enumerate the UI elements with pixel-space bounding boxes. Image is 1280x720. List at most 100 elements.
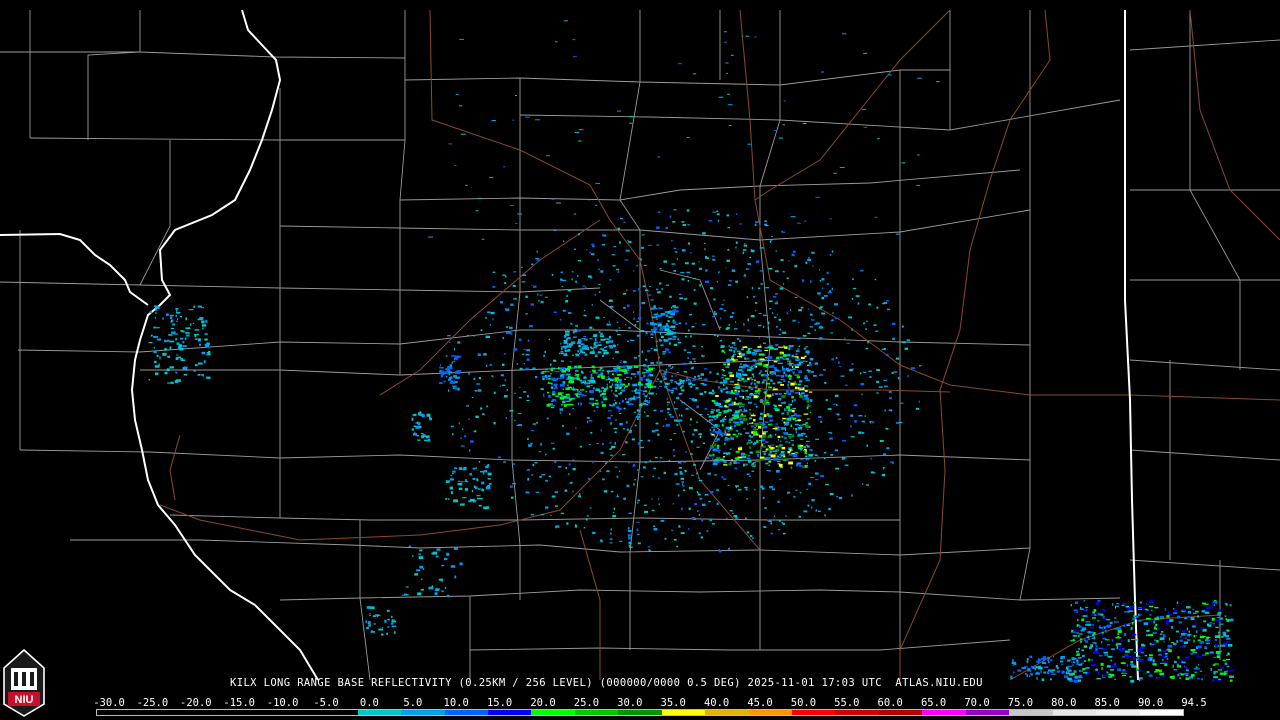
echo-pixel: [645, 331, 648, 335]
echo-pixel: [1130, 664, 1134, 666]
echo-pixel: [1223, 602, 1226, 604]
echo-pixel: [190, 323, 192, 326]
echo-pixel: [420, 578, 423, 580]
echo-pixel: [636, 528, 639, 531]
echo-pixel: [366, 626, 369, 630]
echo-pixel: [693, 302, 697, 305]
echo-pixel: [448, 143, 453, 145]
echo-pixel: [725, 436, 728, 440]
echo-pixel: [658, 498, 660, 500]
echo-pixel: [724, 429, 726, 432]
echo-pixel: [652, 331, 654, 334]
echo-pixel: [468, 372, 470, 375]
echo-pixel: [613, 507, 616, 511]
echo-pixel: [723, 461, 727, 463]
echo-pixel: [1164, 653, 1168, 655]
echo-pixel: [612, 265, 616, 267]
echo-pixel: [542, 378, 545, 381]
echo-pixel: [644, 404, 649, 406]
echo-pixel: [674, 251, 678, 253]
echo-pixel: [1117, 629, 1122, 633]
echo-pixel: [655, 393, 658, 395]
echo-pixel: [565, 400, 571, 403]
echo-pixel: [418, 556, 424, 559]
echo-pixel: [610, 414, 613, 417]
echo-pixel: [598, 389, 601, 393]
echo-pixel: [809, 399, 813, 402]
echo-pixel: [806, 488, 809, 490]
echo-pixel: [579, 392, 581, 394]
echo-pixel: [532, 423, 537, 425]
echo-pixel: [599, 367, 603, 370]
echo-pixel: [601, 400, 604, 404]
echo-pixel: [1132, 617, 1135, 621]
echo-pixel: [1079, 608, 1084, 610]
echo-pixel: [734, 457, 739, 460]
echo-pixel: [861, 420, 865, 423]
echo-pixel: [516, 363, 519, 365]
echo-pixel: [1091, 613, 1095, 616]
echo-pixel: [661, 288, 664, 290]
echo-pixel: [642, 364, 646, 367]
echo-pixel: [1104, 654, 1108, 656]
echo-pixel: [527, 438, 529, 440]
echo-pixel: [759, 422, 764, 424]
echo-pixel: [764, 391, 767, 395]
echo-pixel: [781, 412, 785, 415]
echo-pixel: [670, 367, 673, 369]
echo-pixel: [1182, 630, 1186, 633]
echo-pixel: [602, 369, 605, 372]
echo-pixel: [610, 532, 612, 535]
echo-pixel: [655, 340, 659, 342]
echo-pixel: [637, 542, 641, 545]
echo-pixel: [592, 349, 594, 352]
echo-pixel: [788, 387, 790, 389]
echo-pixel: [693, 289, 696, 292]
echo-pixel: [690, 453, 693, 455]
echo-pixel: [514, 95, 518, 96]
echo-pixel: [551, 273, 554, 276]
echo-pixel: [670, 380, 673, 383]
echo-pixel: [1010, 675, 1013, 679]
echo-pixel: [807, 405, 811, 407]
echo-pixel: [769, 300, 773, 303]
echo-pixel: [585, 338, 588, 341]
echo-pixel: [545, 506, 549, 509]
echo-pixel: [1046, 671, 1050, 675]
echo-pixel: [1195, 635, 1197, 637]
echo-pixel: [1063, 657, 1065, 659]
echo-pixel: [714, 334, 716, 337]
echo-pixel: [830, 454, 834, 456]
echo-pixel: [633, 311, 635, 313]
echo-pixel: [608, 299, 613, 302]
echo-pixel: [575, 374, 580, 376]
echo-pixel: [801, 360, 806, 362]
echo-pixel: [777, 381, 782, 384]
echo-pixel: [784, 346, 788, 349]
echo-pixel: [774, 270, 779, 273]
echo-pixel: [614, 383, 619, 386]
echo-pixel: [693, 333, 696, 335]
echo-pixel: [792, 368, 796, 371]
echo-pixel: [716, 334, 719, 338]
echo-pixel: [530, 430, 535, 432]
echo-pixel: [1177, 674, 1180, 677]
echo-pixel: [1222, 659, 1226, 662]
echo-pixel: [772, 488, 775, 491]
echo-pixel: [717, 439, 719, 441]
echo-pixel: [697, 510, 699, 512]
svg-text:NIU: NIU: [15, 694, 34, 706]
echo-pixel: [743, 244, 748, 247]
echo-pixel: [575, 388, 578, 391]
echo-pixel: [691, 366, 695, 369]
echo-pixel: [795, 414, 800, 417]
echo-pixel: [582, 372, 584, 374]
echo-pixel: [1071, 657, 1075, 661]
echo-pixel: [489, 483, 492, 485]
echo-pixel: [1196, 630, 1198, 634]
echo-pixel: [453, 499, 459, 503]
echo-pixel: [644, 386, 647, 389]
echo-pixel: [679, 392, 683, 395]
echo-pixel: [596, 388, 600, 391]
echo-pixel: [602, 396, 607, 399]
